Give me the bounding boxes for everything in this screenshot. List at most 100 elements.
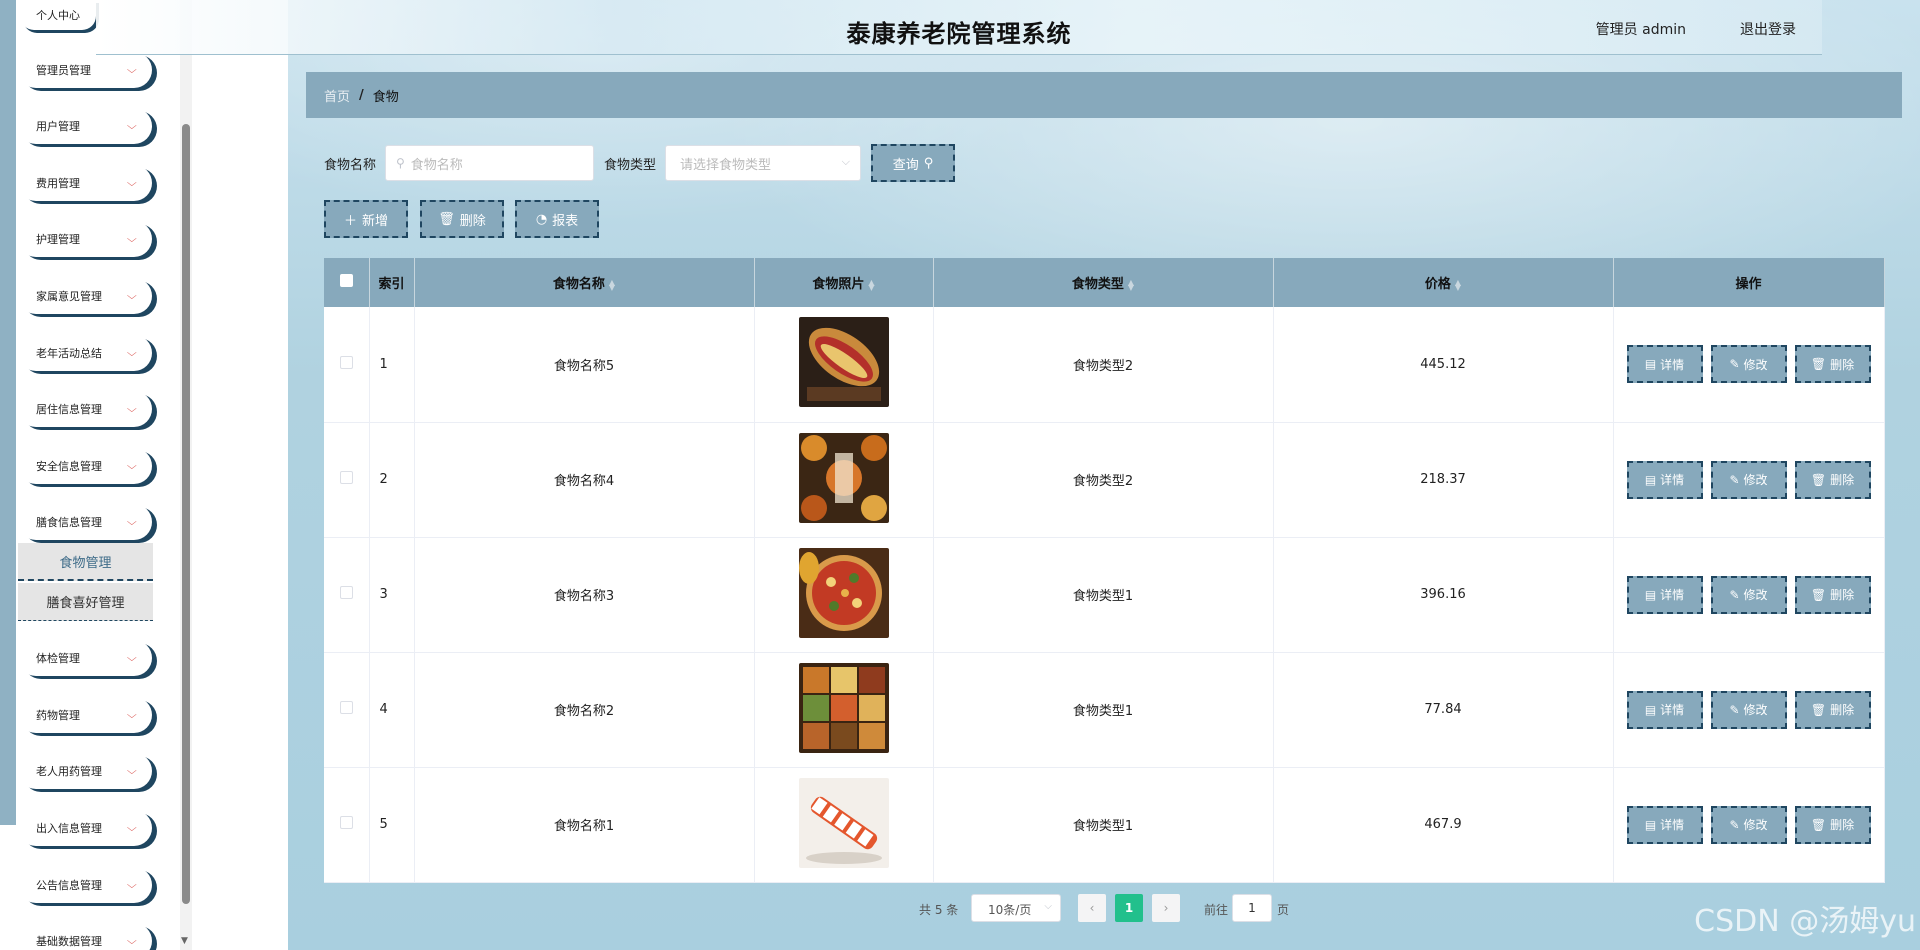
search-icon: ⚲ (396, 156, 405, 170)
detail-button[interactable]: ▤ 详情 (1626, 575, 1703, 614)
top-header: 泰康养老院管理系统 管理员 admin 退出登录 (96, 0, 1822, 55)
food-type-cell: 食物类型1 (933, 767, 1274, 882)
sidebar-item-elder-medication[interactable]: 老人用药管理 ⌵ (18, 753, 152, 789)
row-delete-button[interactable]: 🗑 删除 (1794, 805, 1871, 844)
price-cell: 445.12 (1273, 307, 1614, 422)
page-size-select[interactable]: 10条/页 ⌵ (971, 894, 1061, 922)
food-photo-cell (754, 537, 934, 652)
column-header-label: 食物名称 (552, 277, 605, 292)
sort-icon[interactable]: ▲ ▼ (1455, 278, 1461, 291)
sort-icon[interactable]: ▲ ▼ (868, 278, 874, 291)
edit-label: 修改 (1743, 588, 1768, 602)
column-header[interactable]: 价格 ▲ ▼ (1273, 258, 1614, 307)
detail-button[interactable]: ▤ 详情 (1626, 345, 1703, 384)
row-select-cell (324, 307, 370, 422)
edit-icon: ✎ (1729, 817, 1740, 832)
detail-button[interactable]: ▤ 详情 (1626, 460, 1703, 499)
edit-icon: ✎ (1729, 472, 1740, 487)
goto-page-input[interactable]: 1 (1232, 894, 1272, 922)
row-delete-button[interactable]: 🗑 删除 (1794, 345, 1871, 384)
sort-icon[interactable]: ▲ ▼ (1128, 278, 1134, 291)
food-type-cell: 食物类型1 (933, 537, 1274, 652)
sort-icon[interactable]: ▲ ▼ (609, 278, 615, 291)
sidebar-item-profile[interactable]: 个人中心 (20, 0, 96, 30)
trash-icon: 🗑 (1810, 817, 1827, 832)
sidebar-item-label: 公告信息管理 (36, 879, 102, 892)
row-checkbox[interactable] (339, 586, 353, 599)
sidebar-item-users[interactable]: 用户管理 ⌵ (18, 108, 152, 144)
sidebar-item-admin[interactable]: 管理员管理 ⌵ (18, 52, 152, 88)
food-type-cell: 食物类型1 (933, 652, 1274, 767)
food-photo-cell (754, 652, 934, 767)
row-delete-button[interactable]: 🗑 删除 (1794, 575, 1871, 614)
row-delete-button[interactable]: 🗑 删除 (1794, 690, 1871, 729)
chevron-down-icon: ⌵ (127, 652, 138, 664)
pie-chart-icon: ◔ (535, 211, 548, 227)
food-photo-cell (754, 422, 934, 537)
prev-page-button[interactable]: ‹ (1078, 894, 1106, 922)
row-index: 1 (369, 307, 415, 422)
edit-button[interactable]: ✎ 修改 (1710, 345, 1787, 384)
row-checkbox[interactable] (339, 355, 353, 369)
sidebar-item-label: 管理员管理 (36, 64, 91, 77)
chevron-down-icon: ⌵ (841, 155, 850, 168)
sidebar-item-residence[interactable]: 居住信息管理 ⌵ (18, 391, 152, 427)
scroll-down-icon[interactable]: ▼ (181, 936, 188, 946)
row-checkbox[interactable] (339, 701, 353, 714)
sidebar-item-family-feedback[interactable]: 家属意见管理 ⌵ (18, 278, 152, 314)
edit-button[interactable]: ✎ 修改 (1710, 460, 1787, 499)
detail-button[interactable]: ▤ 详情 (1626, 805, 1703, 844)
chevron-down-icon: ⌵ (1044, 901, 1052, 912)
add-button[interactable]: ＋ 新增 (324, 200, 408, 238)
column-header[interactable]: 食物类型 ▲ ▼ (933, 258, 1274, 307)
food-name-label: 食物名称 (324, 158, 377, 173)
delete-label: 删除 (1830, 818, 1855, 832)
plus-icon: ＋ (343, 213, 357, 229)
edit-button[interactable]: ✎ 修改 (1710, 805, 1787, 844)
select-all-checkbox[interactable] (339, 274, 353, 287)
report-button[interactable]: ◔ 报表 (515, 200, 599, 238)
chevron-down-icon: ⌵ (127, 879, 138, 891)
logout-link[interactable]: 退出登录 (1740, 19, 1796, 39)
submenu-food-management[interactable]: 食物管理 (18, 543, 153, 581)
content-gap (195, 0, 288, 950)
table-row: 5 食物名称1 食物类型1 467.9 ▤ 详情 ✎ 修改 🗑 删除 (324, 767, 1885, 882)
food-type-placeholder: 请选择食物类型 (680, 157, 772, 173)
actions-cell: ▤ 详情 ✎ 修改 🗑 删除 (1613, 537, 1885, 652)
submenu-label: 食物管理 (59, 555, 112, 571)
sidebar-item-entry-exit[interactable]: 出入信息管理 ⌵ (18, 810, 152, 846)
food-type-cell: 食物类型2 (933, 422, 1274, 537)
column-header[interactable]: 食物照片 ▲ ▼ (754, 258, 934, 307)
detail-button[interactable]: ▤ 详情 (1626, 690, 1703, 729)
sidebar-item-health-check[interactable]: 体检管理 ⌵ (18, 640, 152, 676)
sidebar-item-activities[interactable]: 老年活动总结 ⌵ (18, 335, 152, 371)
chevron-down-icon: ⌵ (127, 120, 138, 132)
app-title: 泰康养老院管理系统 (846, 20, 1072, 48)
row-checkbox[interactable] (339, 471, 353, 484)
delete-label: 删除 (1830, 703, 1855, 717)
breadcrumb-home[interactable]: 首页 (324, 86, 350, 105)
sidebar-item-nursing[interactable]: 护理管理 ⌵ (18, 221, 152, 257)
sidebar-item-medicine[interactable]: 药物管理 ⌵ (18, 697, 152, 733)
food-type-select[interactable]: 请选择食物类型 ⌵ (665, 145, 861, 181)
edit-button[interactable]: ✎ 修改 (1710, 690, 1787, 729)
next-page-button[interactable]: › (1152, 894, 1180, 922)
column-header[interactable]: 食物名称 ▲ ▼ (414, 258, 755, 307)
page-number-current[interactable]: 1 (1115, 894, 1143, 922)
edit-icon: ✎ (1729, 587, 1740, 602)
chevron-left-icon: ‹ (1089, 901, 1095, 915)
row-delete-button[interactable]: 🗑 删除 (1794, 460, 1871, 499)
sidebar-item-diet[interactable]: 膳食信息管理 ⌵ (18, 504, 152, 540)
sidebar-item-security[interactable]: 安全信息管理 ⌵ (18, 448, 152, 484)
trash-icon: 🗑 (1810, 357, 1827, 372)
sidebar-scrollbar-thumb[interactable] (182, 124, 190, 904)
row-checkbox[interactable] (339, 816, 353, 829)
edit-button[interactable]: ✎ 修改 (1710, 575, 1787, 614)
row-select-cell (324, 652, 370, 767)
query-button[interactable]: 查询 ⚲ (871, 144, 955, 182)
sidebar-item-base-data[interactable]: 基础数据管理 ⌵ (18, 923, 152, 950)
sidebar-item-fees[interactable]: 费用管理 ⌵ (18, 165, 152, 201)
food-name-input[interactable]: ⚲ 食物名称 (385, 145, 594, 181)
submenu-diet-preference[interactable]: 膳食喜好管理 (18, 583, 153, 621)
delete-button[interactable]: 🗑 删除 (420, 200, 504, 238)
